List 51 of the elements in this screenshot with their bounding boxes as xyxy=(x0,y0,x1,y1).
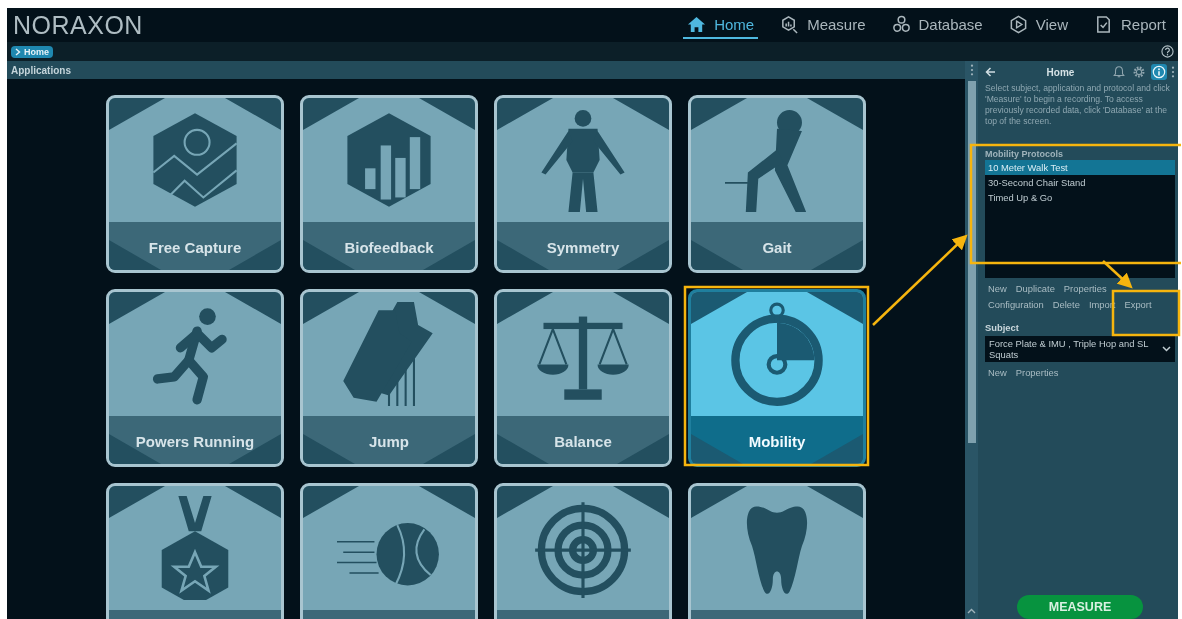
app-tile[interactable]: Jump xyxy=(300,289,478,467)
chevron-up-icon[interactable] xyxy=(967,608,976,614)
nav-tab[interactable]: Home xyxy=(683,11,759,39)
action-link[interactable]: New xyxy=(988,283,1007,294)
scrollbar-thumb[interactable] xyxy=(967,81,976,443)
more-icon[interactable] xyxy=(969,64,974,76)
logo: NORAXON xyxy=(13,10,143,40)
action-link[interactable]: Duplicate xyxy=(1015,283,1055,294)
app-tile[interactable]: Balance xyxy=(494,289,672,467)
nav-tab[interactable]: Measure xyxy=(776,11,870,39)
section-title: Applications xyxy=(11,64,71,76)
action-link[interactable]: Export xyxy=(1124,299,1152,310)
breadcrumb-chip[interactable]: Home xyxy=(11,45,53,58)
app-tile[interactable]: Powers Running xyxy=(106,289,284,467)
search-chart-icon xyxy=(780,14,800,34)
list-item[interactable]: 30-Second Chair Stand xyxy=(985,175,1175,190)
chevron-right-icon xyxy=(15,47,21,56)
action-link[interactable]: Properties xyxy=(1063,283,1107,294)
measure-button[interactable]: MEASURE xyxy=(1017,595,1143,619)
app-tile[interactable]: Gait xyxy=(688,95,866,273)
nav-tab[interactable]: View xyxy=(1004,11,1072,39)
action-link[interactable]: Configuration xyxy=(988,299,1044,310)
field-label: Subject xyxy=(985,322,1020,333)
back-arrow-icon[interactable] xyxy=(985,67,996,77)
action-link[interactable]: Delete xyxy=(1052,299,1080,310)
panel-title: Home xyxy=(1045,66,1076,78)
more-icon[interactable] xyxy=(1171,66,1175,78)
info-icon xyxy=(1152,65,1166,79)
icon-button[interactable] xyxy=(1131,64,1147,80)
icon-button[interactable] xyxy=(1111,64,1127,80)
hexagons-icon xyxy=(891,14,911,34)
list-item[interactable]: 10 Meter Walk Test xyxy=(985,160,1175,175)
icon-button[interactable] xyxy=(1151,64,1167,80)
chevron-down-icon xyxy=(1162,346,1171,352)
app-tile[interactable]: Biofeedback xyxy=(300,95,478,273)
app-tile[interactable]: Free Capture xyxy=(106,95,284,273)
app-tile[interactable]: Symmetry xyxy=(494,95,672,273)
bell-icon xyxy=(1112,65,1126,79)
action-link[interactable]: New xyxy=(988,367,1007,378)
subject-dropdown[interactable]: Force Plate & IMU , Triple Hop and SL Squats xyxy=(985,336,1175,362)
list-label: Mobility Protocols xyxy=(985,149,1064,159)
settings-icon xyxy=(1132,65,1146,79)
app-tile[interactable]: Mobility xyxy=(688,289,866,467)
action-link[interactable]: Properties xyxy=(1015,367,1059,378)
nav-tab[interactable]: Database xyxy=(887,11,987,39)
description-text: Select subject, application and protocol and click 'Measure' to begin a recording. To access previously recorded data, click 'Database' at the top of the screen. xyxy=(985,83,1171,127)
list-item[interactable]: Timed Up & Go xyxy=(985,190,1175,205)
play-hexagon-icon xyxy=(1008,14,1028,34)
nav-tab[interactable]: Report xyxy=(1089,11,1170,39)
help-icon[interactable] xyxy=(1161,45,1174,58)
home-icon xyxy=(687,14,707,34)
